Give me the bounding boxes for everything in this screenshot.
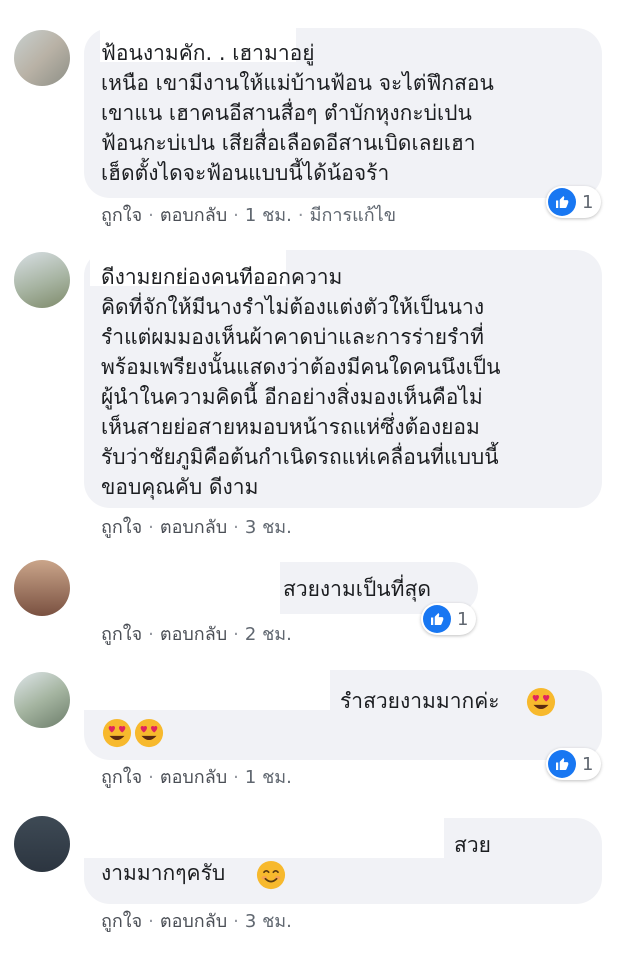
like-link[interactable]: ถูกใจ — [101, 624, 142, 645]
separator: · — [233, 911, 239, 932]
comment-thread: ฟ้อนงามคัก. . เฮามาอยู่ เหนือ เขามีงานให… — [0, 0, 640, 953]
timestamp[interactable]: 1 ชม. — [245, 767, 292, 788]
separator: · — [148, 205, 154, 226]
separator: · — [297, 205, 304, 226]
avatar[interactable] — [14, 560, 70, 616]
like-icon — [423, 605, 451, 633]
reaction-count: 1 — [457, 608, 469, 630]
separator: · — [148, 911, 154, 932]
separator: · — [233, 767, 239, 788]
reply-link[interactable]: ตอบกลับ — [160, 624, 227, 645]
comment-meta: ถูกใจ · ตอบกลับ · 2 ชม. — [101, 623, 292, 647]
comment-meta: ถูกใจ · ตอบกลับ · 3 ชม. — [101, 910, 292, 934]
like-link[interactable]: ถูกใจ — [101, 517, 142, 538]
separator: · — [148, 624, 154, 645]
separator: · — [148, 767, 154, 788]
comment-text: รำสวยงามมากค่ะ — [340, 689, 500, 713]
timestamp[interactable]: 1 ชม. — [245, 205, 292, 226]
separator: · — [148, 517, 154, 538]
reply-link[interactable]: ตอบกลับ — [160, 517, 227, 538]
reaction-summary[interactable]: 1 — [546, 748, 602, 780]
heart-eyes-emoji — [102, 718, 132, 748]
comment-text: ดีงามยกย่องคนทีออกความ คิดที่จักให้มีนาง… — [101, 265, 501, 499]
like-icon — [548, 188, 576, 216]
avatar[interactable] — [14, 252, 70, 308]
heart-eyes-emoji — [526, 687, 556, 717]
timestamp[interactable]: 3 ชม. — [245, 911, 292, 932]
like-icon — [548, 750, 576, 778]
reaction-summary[interactable]: 1 — [421, 603, 477, 635]
like-link[interactable]: ถูกใจ — [101, 205, 142, 226]
comment-meta: ถูกใจ · ตอบกลับ · 1 ชม. — [101, 766, 292, 790]
timestamp[interactable]: 2 ชม. — [245, 624, 292, 645]
like-link[interactable]: ถูกใจ — [101, 911, 142, 932]
edited-label[interactable]: มีการแก้ไข — [310, 205, 396, 226]
comment-text: สวยงามเป็นที่สุด — [283, 577, 431, 601]
comment-text: ฟ้อนงามคัก. . เฮามาอยู่ เหนือ เขามีงานให… — [101, 41, 494, 185]
commenter-name-redacted — [84, 670, 330, 710]
reaction-count: 1 — [582, 753, 594, 775]
reply-link[interactable]: ตอบกลับ — [160, 911, 227, 932]
like-link[interactable]: ถูกใจ — [101, 767, 142, 788]
separator: · — [233, 517, 239, 538]
reaction-summary[interactable]: 1 — [546, 186, 602, 218]
comment-meta: ถูกใจ · ตอบกลับ · 1 ชม. · มีการแก้ไข — [101, 204, 396, 228]
commenter-name-redacted — [84, 562, 280, 614]
reply-link[interactable]: ตอบกลับ — [160, 767, 227, 788]
comment-meta: ถูกใจ · ตอบกลับ · 3 ชม. — [101, 516, 292, 540]
separator: · — [233, 205, 239, 226]
reaction-count: 1 — [582, 191, 594, 213]
avatar[interactable] — [14, 30, 70, 86]
timestamp[interactable]: 3 ชม. — [245, 517, 292, 538]
avatar[interactable] — [14, 672, 70, 728]
commenter-name-redacted — [84, 818, 444, 858]
reply-link[interactable]: ตอบกลับ — [160, 205, 227, 226]
comment-text-line-2: งามมากๆครับ — [101, 861, 226, 885]
comment-text-line-1: สวย — [454, 833, 491, 857]
separator: · — [233, 624, 239, 645]
avatar[interactable] — [14, 816, 70, 872]
heart-eyes-emoji — [134, 718, 164, 748]
smiling-face-emoji — [256, 860, 286, 890]
